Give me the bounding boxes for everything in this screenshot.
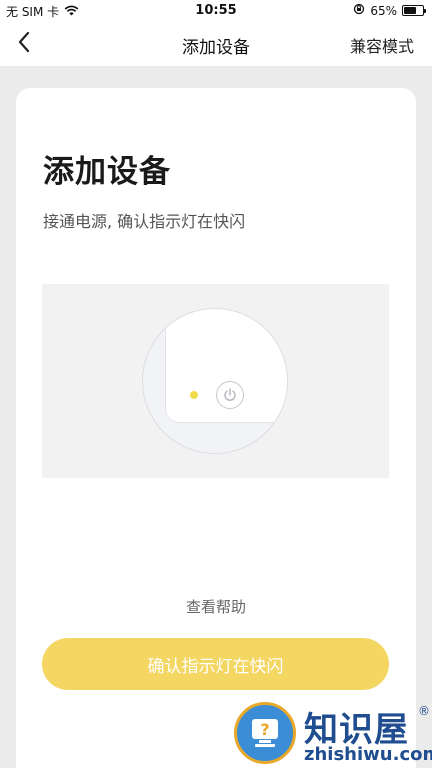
view-help-link[interactable]: 查看帮助 xyxy=(16,596,416,617)
battery-icon xyxy=(402,5,426,16)
nav-bar: 添加设备 兼容模式 xyxy=(0,22,432,66)
battery-fill xyxy=(404,7,416,14)
battery-percent: 65% xyxy=(370,3,397,18)
indicator-led xyxy=(190,391,198,399)
chevron-left-icon xyxy=(17,31,31,57)
watermark-logo-icon: ? xyxy=(234,702,296,764)
add-device-card: 添加设备 接通电源, 确认指示灯在快闪 查看帮助 确认指示灯在快闪 xyxy=(16,88,416,768)
status-right: 65% xyxy=(353,3,426,18)
status-bar: 无 SIM 卡 10:55 65% xyxy=(0,0,432,22)
device-illustration xyxy=(42,284,389,478)
confirm-indicator-button[interactable]: 确认指示灯在快闪 xyxy=(42,638,389,690)
page-title: 添加设备 xyxy=(43,154,171,190)
compatibility-mode-button[interactable]: 兼容模式 xyxy=(350,33,414,57)
device-zoom-circle xyxy=(142,308,288,454)
watermark-url: zhishiwu.com xyxy=(304,744,432,765)
back-button[interactable] xyxy=(8,28,40,60)
page-subtitle: 接通电源, 确认指示灯在快闪 xyxy=(43,212,246,231)
rotation-lock-icon xyxy=(353,3,365,18)
watermark-registered-mark: ® xyxy=(418,704,430,718)
power-icon xyxy=(216,381,244,409)
svg-text:?: ? xyxy=(260,720,269,739)
site-watermark: ? 知识屋 ® zhishiwu.com xyxy=(232,700,432,768)
